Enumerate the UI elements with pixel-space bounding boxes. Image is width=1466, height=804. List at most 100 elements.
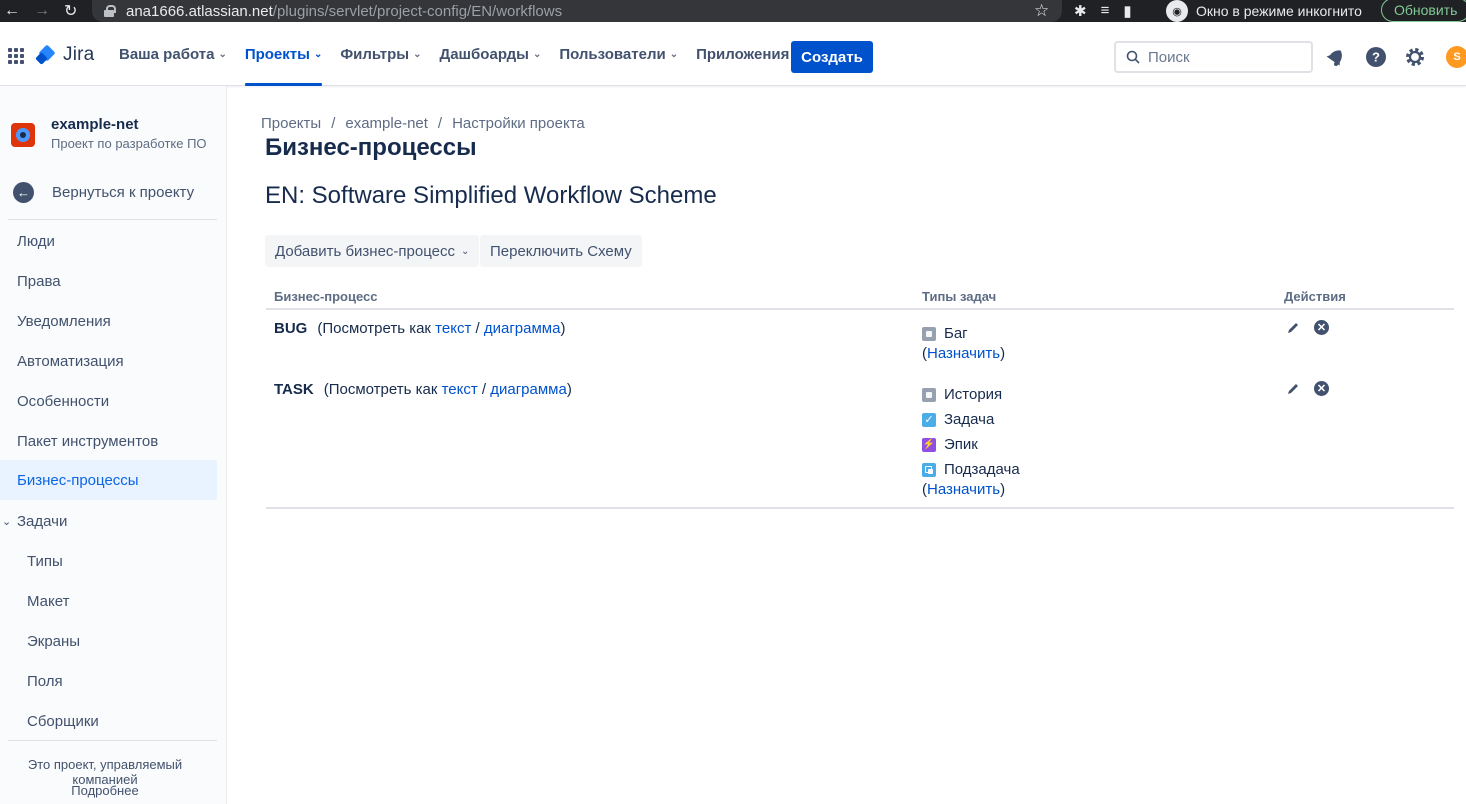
arrow-left-circle-icon: ← [13, 182, 34, 203]
table-header-divider [266, 308, 1454, 310]
menu-your-work[interactable]: Ваша работа ⌄ [110, 22, 236, 86]
task-icon: ✓ [922, 412, 936, 427]
app-switcher-icon[interactable] [8, 48, 24, 64]
chevron-down-icon: ⌄ [313, 48, 323, 60]
workflow-name: BUG [274, 320, 308, 337]
workflow-actions: ✕ [1286, 320, 1329, 335]
workflow-actions: ✕ [1286, 381, 1329, 396]
view-diagram-link[interactable]: диаграмма [490, 381, 567, 398]
delete-icon[interactable]: ✕ [1314, 320, 1329, 335]
back-to-project-link[interactable]: ← Вернуться к проекту [13, 182, 194, 203]
column-header-workflow: Бизнес-процесс [274, 289, 378, 304]
workflow-row-task: TASK (Посмотреть как текст / диаграмма) [274, 381, 572, 398]
chevron-down-icon: ⌄ [2, 515, 12, 528]
jira-logo[interactable]: Jira [37, 44, 94, 66]
url-path: /plugins/servlet/project-config/EN/workf… [272, 2, 563, 20]
assign-row: (Назначить) [922, 345, 1006, 362]
assign-link[interactable]: Назначить [927, 481, 1000, 498]
back-to-project-label: Вернуться к проекту [52, 184, 195, 201]
lock-icon [104, 5, 116, 17]
search-placeholder: Поиск [1148, 48, 1190, 66]
issue-type-item: История [922, 386, 1002, 403]
sidebar-item-screens[interactable]: Экраны [0, 621, 217, 661]
view-text-link[interactable]: текст [442, 381, 478, 398]
view-diagram-link[interactable]: диаграмма [484, 320, 561, 337]
sidebar-item-issues[interactable]: ⌄ Задачи [0, 501, 217, 541]
bookmark-star-icon[interactable]: ☆ [1034, 1, 1049, 21]
sidebar-item-automation[interactable]: Автоматизация [0, 341, 217, 381]
issue-type-item: Баг [922, 325, 968, 342]
sidebar-item-types[interactable]: Типы [0, 541, 217, 581]
add-workflow-button[interactable]: Добавить бизнес-процесс ⌄ [265, 235, 480, 267]
settings-gear-icon[interactable] [1404, 46, 1426, 68]
assign-row: (Назначить) [922, 481, 1006, 498]
menu-projects[interactable]: Проекты ⌄ [236, 22, 332, 86]
forward-arrow-icon[interactable]: → [34, 2, 50, 20]
column-header-actions: Действия [1284, 289, 1346, 304]
back-arrow-icon[interactable]: ← [4, 2, 20, 20]
issue-type-item: ⚡ Эпик [922, 436, 978, 453]
workflow-row-bug: BUG (Посмотреть как текст / диаграмма) [274, 320, 566, 337]
media-icon[interactable]: ≡ [1101, 2, 1110, 20]
incognito-indicator[interactable]: ◉ Окно в режиме инкогнито [1166, 0, 1362, 22]
jira-logo-text: Jira [63, 44, 95, 65]
browser-toolbar: ← → ↻ ana1666.atlassian.net/plugins/serv… [0, 0, 1466, 22]
assign-link[interactable]: Назначить [927, 345, 1000, 362]
update-button[interactable]: Обновить [1381, 0, 1466, 22]
chevron-down-icon: ⌄ [218, 48, 227, 60]
chevron-down-icon: ⌄ [461, 245, 470, 257]
help-icon[interactable]: ? [1365, 46, 1387, 68]
reload-icon[interactable]: ↻ [64, 1, 77, 21]
breadcrumb-project[interactable]: example-net [345, 115, 428, 132]
breadcrumb-settings[interactable]: Настройки проекта [452, 115, 585, 132]
delete-icon[interactable]: ✕ [1314, 381, 1329, 396]
bug-icon [922, 326, 936, 341]
issue-type-item: Подзадача [922, 461, 1020, 478]
project-sidebar: example-net Проект по разработке ПО ← Ве… [0, 86, 227, 804]
user-avatar[interactable]: S [1446, 46, 1466, 68]
sidebar-divider [8, 740, 217, 741]
chevron-down-icon: ⌄ [532, 48, 542, 60]
breadcrumb-projects[interactable]: Проекты [261, 115, 321, 132]
breadcrumb: Проекты / example-net / Настройки проект… [261, 115, 585, 132]
extensions-icon[interactable]: ✱ [1074, 2, 1087, 20]
sidebar-item-collectors[interactable]: Сборщики [0, 701, 217, 741]
edit-pencil-icon[interactable] [1286, 382, 1300, 396]
sidebar-item-people[interactable]: Люди [0, 221, 217, 261]
search-icon [1126, 50, 1140, 64]
page-title: Бизнес-процессы [265, 134, 477, 161]
sidebar-item-permissions[interactable]: Права [0, 261, 217, 301]
menu-dashboards[interactable]: Дашбоарды ⌄ [431, 22, 551, 86]
sidebar-item-features[interactable]: Особенности [0, 381, 217, 421]
edit-pencil-icon[interactable] [1286, 321, 1300, 335]
menu-filters[interactable]: Фильтры ⌄ [331, 22, 430, 86]
top-navigation: Jira Ваша работа ⌄ Проекты ⌄ Фильтры ⌄ Дашб… [0, 22, 1466, 86]
epic-icon: ⚡ [922, 437, 936, 452]
address-bar[interactable]: ana1666.atlassian.net/plugins/servlet/pr… [92, 0, 1062, 22]
create-button[interactable]: Создать [791, 41, 873, 73]
search-input[interactable]: Поиск [1114, 41, 1313, 73]
main-menu: Ваша работа ⌄ Проекты ⌄ Фильтры ⌄ Дашбоарды… [110, 22, 811, 86]
project-name: example-net [51, 116, 139, 133]
svg-text:?: ? [1372, 50, 1380, 65]
chevron-down-icon: ⌄ [413, 48, 422, 60]
url-host: ana1666.atlassian.net [126, 2, 273, 20]
incognito-icon: ◉ [1166, 0, 1188, 22]
sidebar-item-notifications[interactable]: Уведомления [0, 301, 217, 341]
sidebar-item-fields[interactable]: Поля [0, 661, 217, 701]
project-avatar-icon [11, 123, 35, 147]
story-icon [922, 387, 936, 402]
sidebar-item-workflows[interactable]: Бизнес-процессы [0, 460, 217, 500]
sidebar-item-layout[interactable]: Макет [0, 581, 217, 621]
notifications-icon[interactable] [1325, 46, 1347, 68]
subtask-icon [922, 462, 936, 477]
view-text-link[interactable]: текст [435, 320, 471, 337]
menu-people[interactable]: Пользователи ⌄ [550, 22, 687, 86]
project-type: Проект по разработке ПО [51, 136, 207, 151]
issue-type-item: ✓ Задача [922, 411, 994, 428]
sidebar-item-toolchain[interactable]: Пакет инструментов [0, 421, 217, 461]
learn-more-link[interactable]: Подробнее [0, 783, 210, 798]
switch-scheme-button[interactable]: Переключить Схему [480, 235, 642, 267]
chevron-down-icon: ⌄ [669, 48, 679, 60]
side-panel-icon[interactable]: ▮ [1123, 2, 1131, 20]
